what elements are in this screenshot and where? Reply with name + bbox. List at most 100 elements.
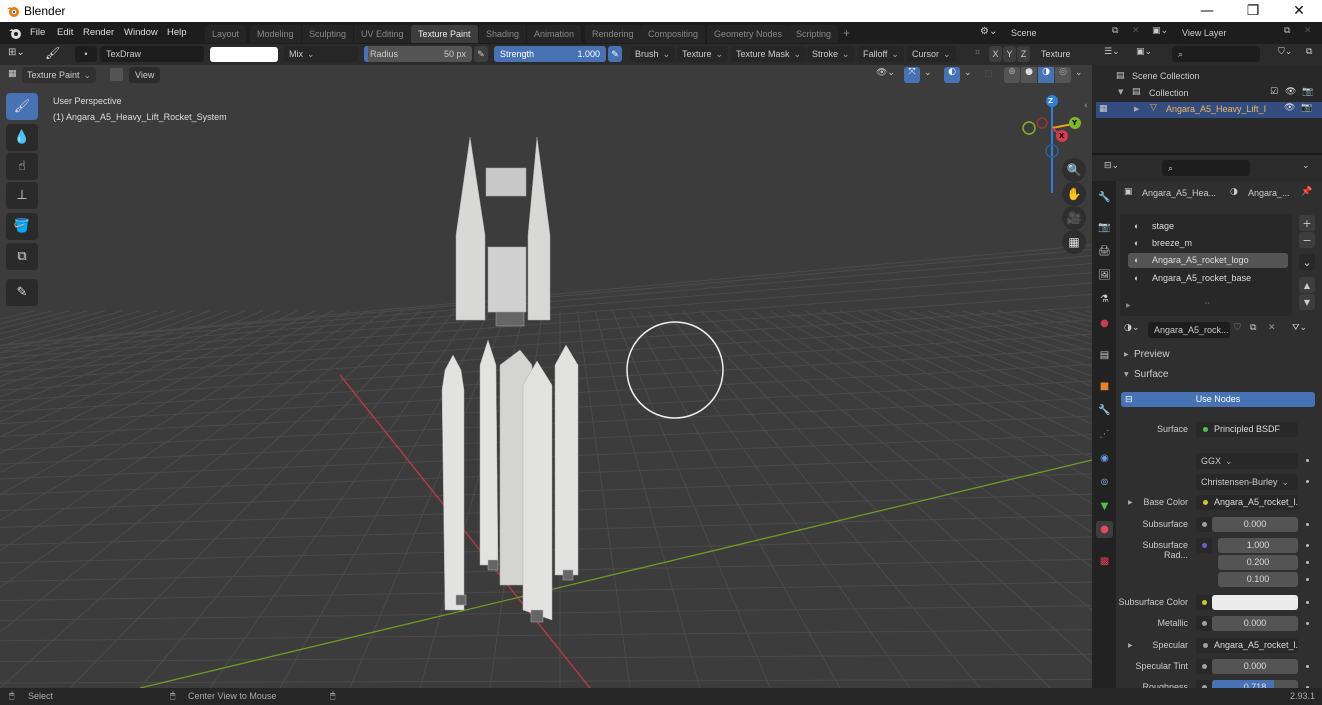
- expand-icon[interactable]: ▶: [1128, 642, 1133, 649]
- properties-search-input[interactable]: ⌕: [1162, 160, 1250, 176]
- constraints-tab-icon[interactable]: ⊚: [1096, 474, 1113, 491]
- outliner-row-object[interactable]: ▦ ▶ ▽ Angara_A5_Heavy_Lift_I 👁 📷: [1096, 102, 1322, 118]
- keyframe-dot[interactable]: [1306, 578, 1309, 581]
- menu-window[interactable]: Window: [124, 22, 158, 44]
- value-field[interactable]: 0.000: [1212, 517, 1298, 532]
- move-slot-up-button[interactable]: ▲: [1299, 277, 1315, 293]
- texture-tab-icon[interactable]: ▩: [1096, 553, 1113, 570]
- view-layer-selector-icon[interactable]: ▣⌄: [1152, 26, 1168, 36]
- gizmo-dropdown-icon[interactable]: ⌄: [924, 68, 932, 78]
- shading-dropdown-icon[interactable]: ⌄: [1075, 68, 1083, 78]
- close-button[interactable]: ✕: [1276, 0, 1322, 22]
- physics-tab-icon[interactable]: ◉: [1096, 450, 1113, 467]
- surface-panel-header[interactable]: Surface: [1134, 369, 1168, 380]
- menu-file[interactable]: File: [30, 22, 45, 44]
- keyframe-dot[interactable]: [1306, 523, 1309, 526]
- collection-label[interactable]: Collection: [1149, 88, 1189, 98]
- modifier-tab-icon[interactable]: 🔧: [1096, 402, 1113, 419]
- pin-icon[interactable]: 📌: [1301, 187, 1312, 197]
- object-tab-icon[interactable]: ■: [1096, 378, 1113, 395]
- brush-preview-icon[interactable]: •: [75, 46, 97, 62]
- socket-button[interactable]: [1196, 538, 1212, 553]
- color-swatch[interactable]: [1212, 595, 1298, 610]
- surface-shader-field[interactable]: Principled BSDF: [1196, 422, 1298, 437]
- tool-smear-button[interactable]: ☝: [6, 153, 38, 180]
- render-camera-icon[interactable]: 📷: [1302, 87, 1313, 97]
- menu-edit[interactable]: Edit: [57, 22, 73, 44]
- mode-dropdown[interactable]: Texture Paint: [22, 67, 97, 83]
- filter-view-icon[interactable]: ▣⌄: [1136, 47, 1152, 57]
- object-visibility-icon[interactable]: 👁: [1284, 103, 1295, 113]
- delete-scene-icon[interactable]: ✕: [1132, 26, 1140, 36]
- tool-fill-button[interactable]: 🪣: [6, 213, 38, 240]
- tool-tab-icon[interactable]: 🔧: [1096, 189, 1113, 206]
- tab-rendering[interactable]: Rendering: [585, 25, 641, 43]
- exclude-checkbox[interactable]: ☑: [1270, 87, 1278, 97]
- gizmo-z-label[interactable]: Z: [1048, 97, 1053, 105]
- mask-toggle-icon[interactable]: [110, 68, 123, 81]
- tab-compositing[interactable]: Compositing: [641, 25, 706, 43]
- blend-mode-dropdown[interactable]: Mix: [284, 46, 358, 62]
- object-render-icon[interactable]: 📷: [1301, 103, 1312, 113]
- node-tree-icon[interactable]: ⛛⌄: [1292, 323, 1307, 333]
- list-expand-icon[interactable]: ▶: [1126, 302, 1131, 309]
- editor-type-icon[interactable]: ⊞⌄: [8, 47, 25, 58]
- xray-toggle-icon[interactable]: ▢: [984, 69, 993, 79]
- visibility-eye-icon[interactable]: 👁: [1285, 87, 1296, 97]
- new-scene-icon[interactable]: ⧉: [1112, 26, 1118, 36]
- display-mode-icon[interactable]: ☰⌄: [1104, 47, 1120, 57]
- radius-pressure-icon[interactable]: ✎: [474, 46, 488, 62]
- surface-collapse-icon[interactable]: ▼: [1124, 371, 1129, 378]
- list-resize-handle[interactable]: ⠒: [1204, 300, 1211, 310]
- collection-tab-icon[interactable]: ▤: [1096, 347, 1113, 364]
- tab-layout[interactable]: Layout: [205, 25, 247, 43]
- material-slot-item[interactable]: ◐ breeze_m: [1128, 236, 1288, 251]
- scene-tab-icon[interactable]: ⚗: [1096, 291, 1113, 308]
- radius-slider[interactable]: Radius 50 px: [364, 46, 472, 62]
- pan-view-button[interactable]: ✋: [1062, 182, 1086, 206]
- view-object-types-icon[interactable]: 👁⌄: [876, 68, 895, 78]
- tab-sculpting[interactable]: Sculpting: [302, 25, 354, 43]
- view-layer-tab-icon[interactable]: 🖼: [1096, 267, 1113, 284]
- tab-uv-editing[interactable]: UV Editing: [354, 25, 411, 43]
- texture-menu[interactable]: Texture: [677, 46, 729, 62]
- rendered-shading-icon[interactable]: ◎: [1055, 67, 1071, 83]
- tab-scripting[interactable]: Scripting: [789, 25, 839, 43]
- add-workspace-button[interactable]: +: [843, 22, 850, 44]
- stroke-menu[interactable]: Stroke: [807, 46, 855, 62]
- brush-color-swatch[interactable]: [210, 47, 278, 62]
- symmetry-x-toggle[interactable]: X: [989, 46, 1002, 62]
- linked-texture-field[interactable]: Angara_A5_rocket_l...: [1196, 495, 1298, 510]
- material-slot-item[interactable]: ◐ Angara_A5_rocket_base: [1128, 271, 1288, 286]
- new-collection-icon[interactable]: ⧉: [1306, 47, 1312, 57]
- render-tab-icon[interactable]: 📷: [1096, 219, 1113, 236]
- scene-selector-icon[interactable]: ⚙⌄: [980, 26, 997, 37]
- maximize-button[interactable]: ❐: [1230, 0, 1276, 22]
- tab-animation[interactable]: Animation: [527, 25, 582, 43]
- gizmo-x-label[interactable]: X: [1059, 132, 1064, 140]
- strength-pressure-icon[interactable]: ✎: [608, 46, 622, 62]
- options-dropdown-icon[interactable]: ⌄: [1302, 161, 1310, 171]
- delete-view-layer-icon[interactable]: ✕: [1304, 26, 1312, 36]
- move-slot-down-button[interactable]: ▼: [1299, 294, 1315, 310]
- fake-user-icon[interactable]: ⛉: [1234, 323, 1241, 333]
- view-layer-field[interactable]: View Layer: [1176, 25, 1280, 41]
- zoom-view-button[interactable]: 🔍: [1062, 158, 1086, 182]
- brush-menu[interactable]: Brush: [630, 46, 676, 62]
- tool-soften-button[interactable]: 💧: [6, 124, 38, 151]
- value-field[interactable]: 0.100: [1218, 572, 1298, 587]
- texture-slots-menu[interactable]: Texture Slots: [1036, 46, 1092, 75]
- distribution-dropdown[interactable]: GGX: [1196, 453, 1298, 469]
- brush-name-field[interactable]: TexDraw: [100, 46, 204, 62]
- socket-button[interactable]: [1196, 616, 1212, 631]
- symmetry-y-toggle[interactable]: Y: [1003, 46, 1016, 62]
- use-nodes-button[interactable]: ⊟ Use Nodes: [1121, 392, 1315, 407]
- overlays-dropdown-icon[interactable]: ⌄: [964, 68, 972, 78]
- filter-icon[interactable]: ⛉⌄: [1278, 47, 1292, 57]
- symmetry-z-toggle[interactable]: Z: [1017, 46, 1030, 62]
- overlays-toggle-icon[interactable]: ◐: [944, 67, 960, 83]
- tool-draw-button[interactable]: 🖌: [6, 93, 38, 120]
- material-tab-icon[interactable]: ●: [1096, 521, 1113, 538]
- scene-field[interactable]: Scene: [1005, 25, 1110, 41]
- output-tab-icon[interactable]: 🖨: [1096, 243, 1113, 260]
